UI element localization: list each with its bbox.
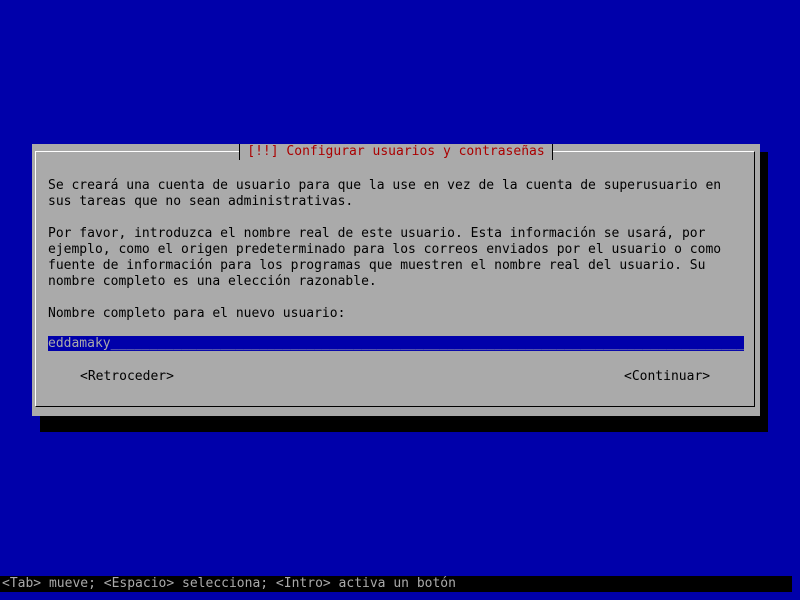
full-name-value: eddamaky xyxy=(48,336,111,351)
status-bar: <Tab> mueve; <Espacio> selecciona; <Intr… xyxy=(0,576,792,592)
user-setup-dialog: [!!] Configurar usuarios y contraseñas S… xyxy=(32,144,760,416)
dialog-title: [!!] Configurar usuarios y contraseñas xyxy=(239,144,554,160)
full-name-input[interactable]: eddamaky________________________________… xyxy=(48,336,744,351)
dialog-title-bar: [!!] Configurar usuarios y contraseñas xyxy=(32,144,760,160)
intro-paragraph: Se creará una cuenta de usuario para que… xyxy=(48,178,722,209)
back-button[interactable]: <Retroceder> xyxy=(80,369,174,385)
continue-button[interactable]: <Continuar> xyxy=(624,369,710,385)
input-fill-underscores: ________________________________________… xyxy=(110,336,744,351)
info-paragraph: Por favor, introduzca el nombre real de … xyxy=(48,226,722,289)
full-name-label: Nombre completo para el nuevo usuario: xyxy=(48,306,346,321)
